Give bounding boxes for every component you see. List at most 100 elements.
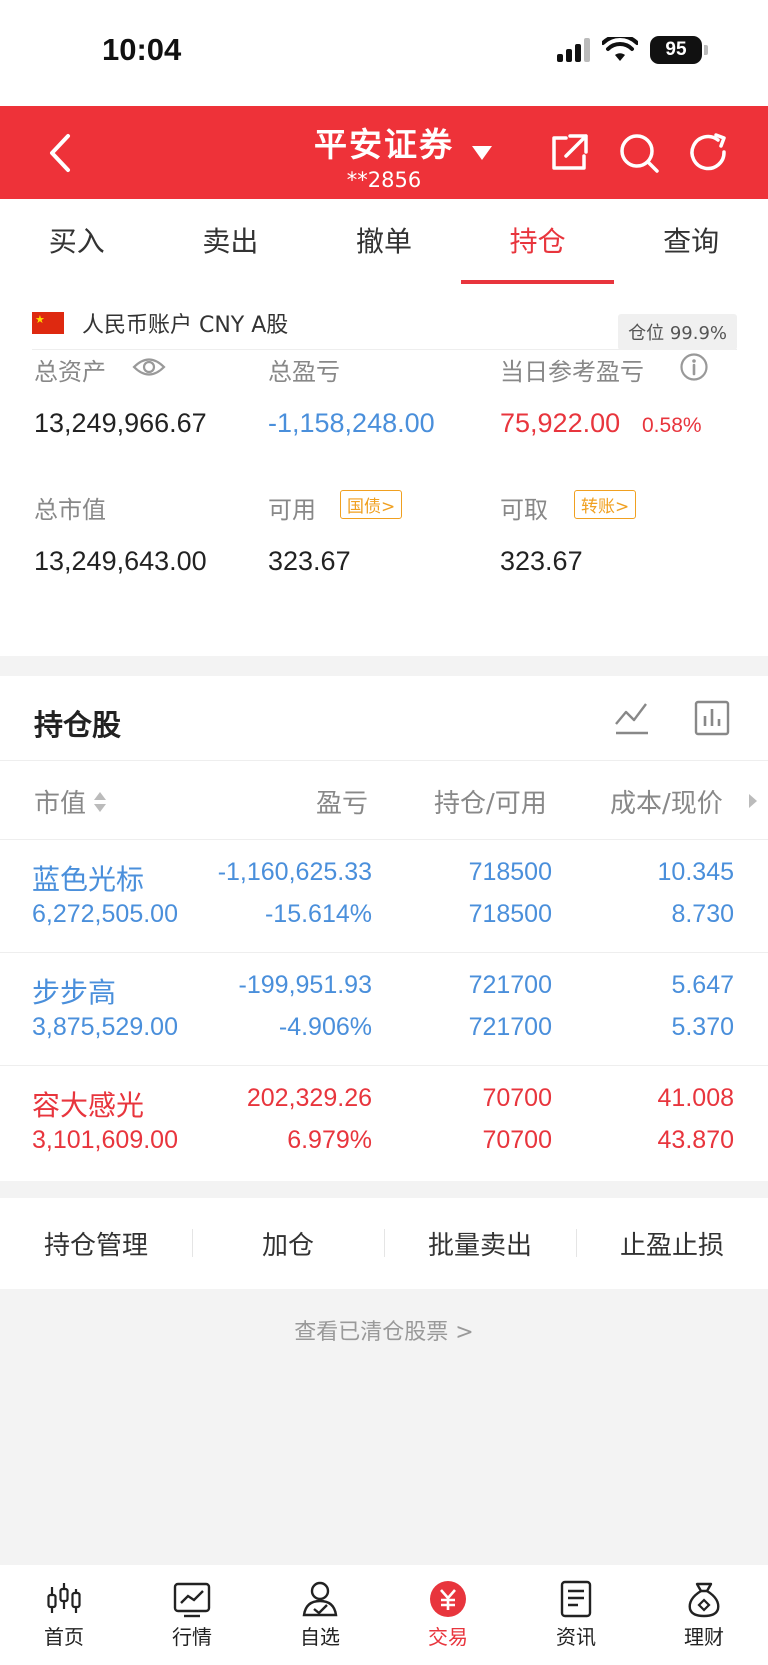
stock-cost: 10.345	[657, 858, 734, 886]
tabbar-watchlist-label: 自选	[300, 1625, 340, 1649]
transfer-tag[interactable]: 转账>	[574, 490, 637, 519]
info-icon[interactable]	[679, 352, 709, 382]
sort-icon[interactable]	[93, 789, 107, 815]
tabbar-trade[interactable]: 交易	[384, 1565, 512, 1665]
col-cost-price: 成本/现价	[610, 789, 723, 819]
batch-sell-button[interactable]: 批量卖出	[384, 1225, 576, 1262]
col-profit-loss: 盈亏	[316, 789, 369, 819]
holdings-column-header: 市值 盈亏 持仓/可用 成本/现价	[0, 760, 768, 840]
stock-market-value: 6,272,505.00	[32, 900, 178, 928]
app-header: 平安证券 **2856	[0, 106, 768, 199]
stock-name: 容大感光	[32, 1089, 145, 1122]
account-label: 人民币账户 CNY A股	[82, 312, 289, 338]
status-icons: 95	[557, 36, 708, 64]
stock-pl-percent: -15.614%	[264, 900, 372, 928]
holdings-actions: 持仓管理 加仓 批量卖出 止盈止损	[0, 1198, 768, 1289]
refresh-icon[interactable]	[688, 132, 730, 174]
status-time: 10:04	[102, 32, 182, 67]
bar-chart-icon[interactable]	[692, 698, 732, 738]
tabbar-watchlist[interactable]: 自选	[256, 1565, 384, 1665]
status-bar: 10:04 95	[0, 0, 768, 106]
account-row: 人民币账户 CNY A股 仓位 99.9%	[32, 296, 737, 350]
stock-cost: 41.008	[657, 1084, 734, 1112]
stock-name: 蓝色光标	[32, 863, 145, 896]
battery-icon: 95	[650, 36, 708, 64]
market-chart-icon	[173, 1582, 211, 1618]
dropdown-triangle-icon[interactable]	[470, 144, 494, 162]
tabbar-trade-label: 交易	[428, 1625, 468, 1649]
market-value-label: 总市值	[34, 496, 106, 524]
stock-pl: 202,329.26	[246, 1084, 372, 1112]
view-cleared-stocks-link[interactable]: 查看已清仓股票 >	[0, 1314, 768, 1346]
stock-available: 70700	[482, 1126, 552, 1154]
china-flag-icon	[32, 311, 64, 334]
tabbar-market[interactable]: 行情	[128, 1565, 256, 1665]
stock-name: 步步高	[32, 976, 117, 1009]
stock-pl: -1,160,625.33	[217, 858, 372, 886]
bottom-tab-bar: 首页 行情 自选 交易 资讯 理财	[0, 1565, 768, 1665]
available-value: 323.67	[268, 546, 351, 576]
line-chart-icon[interactable]	[612, 698, 652, 738]
daily-pl-label: 当日参考盈亏	[500, 358, 644, 386]
stock-pl: -199,951.93	[238, 971, 372, 999]
add-position-button[interactable]: 加仓	[192, 1225, 384, 1262]
holding-row[interactable]: 容大感光 3,101,609.00 202,329.26 6.979% 7070…	[0, 1066, 768, 1179]
tab-sell[interactable]: 卖出	[154, 199, 308, 284]
total-assets-value: 13,249,966.67	[34, 408, 207, 438]
tab-cancel-order[interactable]: 撤单	[307, 199, 461, 284]
holdings-section: 持仓股 市值 盈亏 持仓/可用 成本/现价 蓝色光标 6,272,505.00 …	[0, 676, 768, 1181]
chevron-right-icon[interactable]	[748, 793, 758, 809]
stock-hold: 721700	[468, 971, 552, 999]
available-label: 可用	[268, 496, 316, 524]
withdrawable-label: 可取	[500, 496, 548, 524]
stock-available: 718500	[468, 900, 552, 928]
stock-hold: 718500	[468, 858, 552, 886]
col-market-value[interactable]: 市值	[34, 783, 86, 820]
holding-row[interactable]: 蓝色光标 6,272,505.00 -1,160,625.33 -15.614%…	[0, 840, 768, 953]
total-pl-label: 总盈亏	[268, 358, 340, 386]
stock-price: 43.870	[657, 1126, 734, 1154]
daily-pl-percent: 0.58%	[642, 414, 702, 437]
stock-market-value: 3,101,609.00	[32, 1126, 178, 1154]
broker-name: 平安证券	[314, 125, 454, 164]
total-pl-value: -1,158,248.00	[268, 408, 435, 438]
document-icon	[560, 1580, 592, 1618]
tabbar-market-label: 行情	[172, 1625, 212, 1649]
money-bag-icon	[688, 1582, 720, 1618]
tabbar-news[interactable]: 资讯	[512, 1565, 640, 1665]
stock-pl-percent: 6.979%	[287, 1126, 372, 1154]
stock-price: 8.730	[671, 900, 734, 928]
holdings-title: 持仓股	[34, 708, 122, 742]
position-ratio-badge: 仓位 99.9%	[618, 314, 737, 350]
share-icon[interactable]	[548, 132, 590, 174]
trade-tabs: 买入 卖出 撤单 持仓 查询	[0, 199, 768, 284]
withdrawable-value: 323.67	[500, 546, 583, 576]
market-value: 13,249,643.00	[34, 546, 207, 576]
tabbar-wealth-label: 理财	[684, 1625, 724, 1649]
col-hold-available: 持仓/可用	[434, 789, 547, 819]
search-icon[interactable]	[618, 132, 660, 174]
wifi-icon	[602, 37, 638, 61]
position-management-button[interactable]: 持仓管理	[0, 1225, 192, 1262]
stock-cost: 5.647	[671, 971, 734, 999]
stock-pl-percent: -4.906%	[278, 1013, 372, 1041]
tab-query[interactable]: 查询	[614, 199, 768, 284]
tabbar-wealth[interactable]: 理财	[640, 1565, 768, 1665]
holding-row[interactable]: 步步高 3,875,529.00 -199,951.93 -4.906% 721…	[0, 953, 768, 1066]
tab-buy[interactable]: 买入	[0, 199, 154, 284]
stock-market-value: 3,875,529.00	[32, 1013, 178, 1041]
eye-icon[interactable]	[132, 354, 166, 380]
cellular-signal-icon	[557, 38, 590, 62]
stock-available: 721700	[468, 1013, 552, 1041]
stop-profit-loss-button[interactable]: 止盈止损	[576, 1225, 768, 1262]
tab-positions[interactable]: 持仓	[460, 199, 615, 284]
account-summary: 人民币账户 CNY A股 仓位 99.9% 总资产 总盈亏 当日参考盈亏 13,…	[0, 284, 768, 656]
total-assets-label: 总资产	[34, 358, 106, 386]
treasury-bond-tag[interactable]: 国债>	[340, 490, 403, 519]
tabbar-home[interactable]: 首页	[0, 1565, 128, 1665]
stock-price: 5.370	[671, 1013, 734, 1041]
daily-pl-value: 75,922.00	[500, 408, 621, 438]
candlestick-icon	[47, 1583, 81, 1613]
tabbar-home-label: 首页	[44, 1625, 84, 1649]
tabbar-news-label: 资讯	[556, 1625, 596, 1649]
